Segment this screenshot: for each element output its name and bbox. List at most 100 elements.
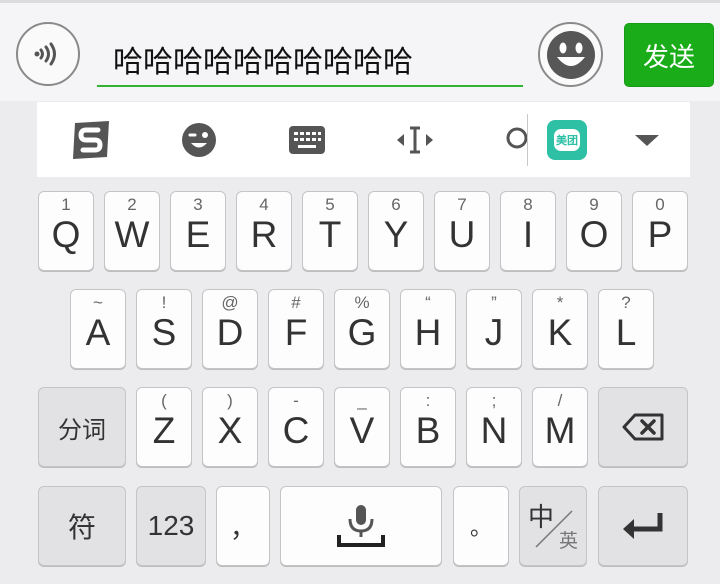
voice-wave-icon: [34, 42, 56, 66]
key-e[interactable]: 3E: [170, 191, 226, 271]
space-key[interactable]: [280, 486, 442, 566]
meituan-label: 美团: [554, 128, 580, 151]
comma-key-label: ，: [229, 513, 256, 544]
key-hint: /: [557, 391, 563, 410]
key-letter: H: [414, 312, 442, 353]
key-letter: Q: [51, 214, 81, 255]
numbers-key-label: 123: [147, 510, 195, 541]
key-hint: (: [161, 391, 167, 410]
key-letter: R: [250, 214, 278, 255]
key-y[interactable]: 6Y: [368, 191, 424, 271]
key-hint: @: [221, 293, 239, 312]
key-u[interactable]: 7U: [434, 191, 490, 271]
period-key[interactable]: 。: [453, 486, 509, 566]
key-s[interactable]: ! S: [136, 289, 192, 369]
key-f[interactable]: # F: [268, 289, 324, 369]
voice-input-button[interactable]: [16, 22, 80, 86]
meituan-app-button[interactable]: 美团: [542, 102, 592, 177]
sogou-logo-icon: [73, 120, 109, 159]
key-hint: 5: [325, 195, 335, 214]
key-o[interactable]: 9O: [566, 191, 622, 271]
keyboard-switch-button[interactable]: [273, 102, 341, 177]
ime-keyboard: 1Q 2W 3E 4R 5T 6Y 7U 8I 9O 0P ~ A ! S @ D #…: [0, 177, 720, 584]
key-a[interactable]: ~ A: [70, 289, 126, 369]
key-z[interactable]: (Z: [136, 387, 192, 467]
message-text-field[interactable]: 哈哈哈哈哈哈哈哈哈哈: [97, 27, 523, 87]
key-hint: 8: [523, 195, 533, 214]
comma-key[interactable]: ，: [216, 486, 270, 566]
key-v[interactable]: _ V: [334, 387, 390, 467]
key-hint: 7: [457, 195, 467, 214]
key-l[interactable]: ? L: [598, 289, 654, 369]
key-g[interactable]: % G: [334, 289, 390, 369]
wink-emoji-icon: [182, 122, 216, 157]
key-m[interactable]: / M: [532, 387, 588, 467]
symbol-key[interactable]: 符: [38, 486, 126, 566]
key-b[interactable]: :B: [400, 387, 456, 467]
key-hint: _: [357, 391, 367, 410]
key-hint: ;: [491, 391, 497, 410]
key-letter: L: [615, 312, 637, 353]
key-letter: W: [114, 214, 150, 255]
key-q[interactable]: 1Q: [38, 191, 94, 271]
key-letter: J: [484, 312, 504, 353]
backspace-key[interactable]: [598, 387, 688, 467]
cursor-move-button[interactable]: [381, 102, 449, 177]
key-hint: 9: [589, 195, 599, 214]
emoji-button[interactable]: [538, 22, 603, 87]
key-letter: N: [480, 410, 508, 451]
key-hint: 2: [127, 195, 137, 214]
key-x[interactable]: ) X: [202, 387, 258, 467]
collapse-toolbar-button[interactable]: [622, 102, 672, 177]
key-hint: 1: [61, 195, 71, 214]
keyboard-icon: [289, 125, 325, 154]
key-k[interactable]: * K: [532, 289, 588, 369]
key-w[interactable]: 2W: [104, 191, 160, 271]
key-letter: B: [415, 410, 441, 451]
enter-key[interactable]: [598, 486, 688, 566]
key-c[interactable]: -C: [268, 387, 324, 467]
key-letter: Y: [383, 214, 409, 255]
key-i[interactable]: 8I: [500, 191, 556, 271]
key-letter: V: [349, 410, 375, 451]
key-p[interactable]: 0P: [632, 191, 688, 271]
language-switch-key[interactable]: 中 英: [519, 486, 587, 566]
key-letter: O: [579, 214, 609, 255]
key-hint: !: [161, 293, 167, 312]
meituan-app-icon: 美团: [547, 119, 587, 160]
send-button[interactable]: 发送: [624, 23, 714, 87]
key-d[interactable]: @ D: [202, 289, 258, 369]
key-hint: ~: [93, 293, 103, 312]
key-letter: X: [217, 410, 243, 451]
key-hint: :: [425, 391, 431, 410]
key-hint: 6: [391, 195, 401, 214]
key-letter: T: [318, 214, 342, 255]
search-button[interactable]: [497, 102, 527, 177]
key-hint: -: [293, 391, 299, 410]
chat-input-bar: 哈哈哈哈哈哈哈哈哈哈 发送: [0, 0, 720, 101]
key-r[interactable]: 4R: [236, 191, 292, 271]
backspace-icon: [599, 388, 687, 466]
key-j[interactable]: ” J: [466, 289, 522, 369]
segment-key[interactable]: 分词: [38, 387, 126, 467]
key-letter: G: [347, 312, 377, 353]
numbers-key[interactable]: 123: [136, 486, 206, 566]
key-letter: E: [185, 214, 211, 255]
key-hint: *: [556, 293, 564, 312]
key-h[interactable]: “H: [400, 289, 456, 369]
key-letter: U: [448, 214, 476, 255]
key-letter: K: [547, 312, 573, 353]
key-letter: M: [544, 410, 576, 451]
key-letter: P: [647, 214, 673, 255]
key-n[interactable]: ; N: [466, 387, 522, 467]
sogou-logo-button[interactable]: [57, 102, 125, 177]
key-hint: #: [291, 293, 301, 312]
key-hint: %: [354, 293, 370, 312]
key-hint: ?: [621, 293, 631, 312]
collapse-arrow-icon: [635, 134, 659, 146]
language-english-label: 英: [558, 530, 578, 552]
key-letter: C: [282, 410, 310, 451]
emoji-keyboard-button[interactable]: [165, 102, 233, 177]
key-letter: S: [151, 312, 177, 353]
key-t[interactable]: 5T: [302, 191, 358, 271]
